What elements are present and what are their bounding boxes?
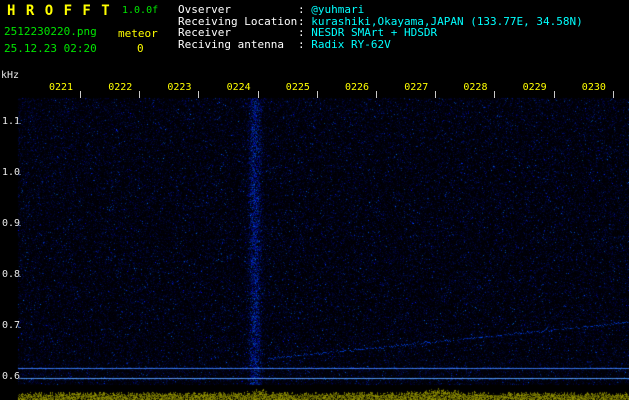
freq-tick-mark	[18, 276, 21, 277]
observation-datetime: 25.12.23 02:20	[4, 42, 97, 55]
freq-tick-label: 1.0	[2, 167, 21, 178]
time-tick-mark	[139, 91, 140, 98]
time-tick-label: 0230	[581, 82, 606, 93]
time-tick-label: 0222	[108, 82, 133, 93]
time-tick-label: 0221	[49, 82, 74, 93]
info-label: Receiver	[178, 26, 231, 39]
time-tick-label: 0223	[167, 82, 192, 93]
info-value: Radix RY-62V	[311, 37, 391, 51]
time-tick-mark	[198, 91, 199, 98]
output-filename: 2512230220.png	[4, 25, 97, 38]
freq-tick-mark	[18, 378, 21, 379]
time-tick-mark	[435, 91, 436, 98]
freq-tick-label: 0.7	[2, 320, 21, 331]
info-label: Ovserver	[178, 3, 231, 16]
time-tick-label: 0228	[463, 82, 488, 93]
freq-tick-mark	[18, 225, 21, 226]
info-colon: :	[298, 37, 312, 51]
info-row: Reciving antenna: Radix RY-62V	[178, 37, 583, 51]
time-tick-mark	[80, 91, 81, 98]
freq-tick-mark	[18, 123, 21, 124]
observation-info: Ovserver: @yuhmari Receiving Location: ku…	[178, 4, 583, 50]
info-label: Reciving antenna	[178, 37, 284, 51]
time-tick-mark	[554, 91, 555, 98]
time-tick-mark	[317, 91, 318, 98]
freq-tick-label: 0.9	[2, 218, 21, 229]
freq-tick-label: 0.8	[2, 269, 21, 280]
meteor-count-label: meteor	[118, 27, 158, 40]
time-tick-label: 0226	[345, 82, 370, 93]
freq-tick-label: 0.6	[2, 371, 21, 382]
app-title: H R O F F T	[7, 3, 111, 19]
time-tick-label: 0227	[404, 82, 429, 93]
time-tick-mark	[258, 91, 259, 98]
time-tick-mark	[376, 91, 377, 98]
time-tick-label: 0229	[522, 82, 547, 93]
freq-axis-unit-label: kHz	[1, 70, 20, 81]
meteor-count-value: 0	[137, 42, 144, 55]
time-tick-label: 0225	[285, 82, 310, 93]
spectrogram-canvas	[0, 0, 629, 400]
freq-tick-mark	[18, 327, 21, 328]
time-tick-mark	[494, 91, 495, 98]
app-version: 1.0.0f	[122, 5, 159, 16]
time-tick-mark	[613, 91, 614, 98]
time-tick-label: 0224	[226, 82, 251, 93]
freq-tick-mark	[18, 174, 21, 175]
hrofft-output-image: H R O F F T 1.0.0f 2512230220.png 25.12.…	[0, 0, 629, 400]
freq-tick-label: 1.1	[2, 116, 21, 127]
